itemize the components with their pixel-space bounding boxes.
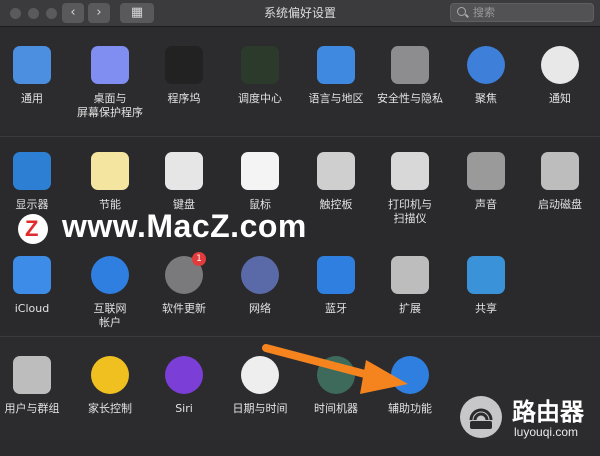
search-field[interactable]: 搜索 (450, 3, 594, 22)
mouse-icon (241, 152, 279, 190)
desktop-icon (91, 46, 129, 84)
pane-label: iCloud (14, 302, 50, 315)
macz-badge-letter: Z (25, 216, 39, 241)
globe-icon (241, 256, 279, 294)
pane-label: 互联网 帐户 (93, 302, 127, 329)
pane-label: 打印机与 扫描仪 (388, 198, 432, 225)
pane-label: 显示器 (15, 198, 49, 211)
pane-label: 启动磁盘 (538, 198, 582, 211)
pane-label: 触控板 (319, 198, 353, 211)
sharing-folder-icon (467, 256, 505, 294)
watermark-text: www.MacZ.com (62, 208, 307, 244)
puzzle-icon (391, 256, 429, 294)
pane-label: 辅助功能 (388, 402, 432, 415)
pane-label: 通用 (21, 92, 43, 105)
logo-url: luyouqi.com (514, 425, 579, 439)
luyouqi-logo: 路由器 luyouqi.com (460, 392, 600, 444)
keyboard-icon (165, 152, 203, 190)
general-icon (13, 46, 51, 84)
pane-label: 共享 (475, 302, 497, 315)
house-lock-icon (391, 46, 429, 84)
pane-label: 时间机器 (314, 402, 358, 415)
router-icon (460, 396, 502, 438)
speaker-icon (467, 152, 505, 190)
dock-icon (165, 46, 203, 84)
printer-icon (391, 152, 429, 190)
mission-control-icon (241, 46, 279, 84)
disk-icon (541, 152, 579, 190)
search-placeholder: 搜索 (473, 6, 495, 19)
pane-label: 蓝牙 (325, 302, 347, 315)
pane-label: 扩展 (399, 302, 421, 315)
spotlight-icon (467, 46, 505, 84)
siri-icon (165, 356, 203, 394)
icloud-icon (13, 256, 51, 294)
trackpad-icon (317, 152, 355, 190)
pane-label: 用户与群组 (4, 402, 60, 415)
pane-label: 通知 (549, 92, 571, 105)
at-icon (91, 256, 129, 294)
update-count-badge: 1 (192, 252, 206, 266)
display-icon (13, 152, 51, 190)
notifications-icon (541, 46, 579, 84)
flag-icon (317, 46, 355, 84)
pane-label: 程序坞 (167, 92, 201, 105)
search-icon (457, 7, 466, 16)
pane-label: 聚焦 (475, 92, 497, 105)
pane-label: 语言与地区 (308, 92, 364, 105)
pane-label: 声音 (475, 198, 497, 211)
pane-label: Siri (175, 402, 193, 415)
pane-label: 网络 (249, 302, 271, 315)
users-icon (13, 356, 51, 394)
pane-label: 软件更新 (162, 302, 206, 315)
pane-label: 调度中心 (238, 92, 282, 105)
pane-label: 安全性与隐私 (377, 92, 443, 105)
pane-label: 家长控制 (88, 402, 132, 415)
title-bar: ‹ › ▦ 系统偏好设置 搜索 (0, 0, 600, 27)
bluetooth-icon (317, 256, 355, 294)
bulb-icon (91, 152, 129, 190)
pane-label: 日期与时间 (232, 402, 288, 415)
orange-arrow (262, 344, 408, 394)
macz-logo-badge: Z (18, 214, 48, 244)
logo-name: 路由器 (512, 398, 584, 426)
pane-label: 桌面与 屏幕保护程序 (77, 92, 143, 119)
parental-icon (91, 356, 129, 394)
